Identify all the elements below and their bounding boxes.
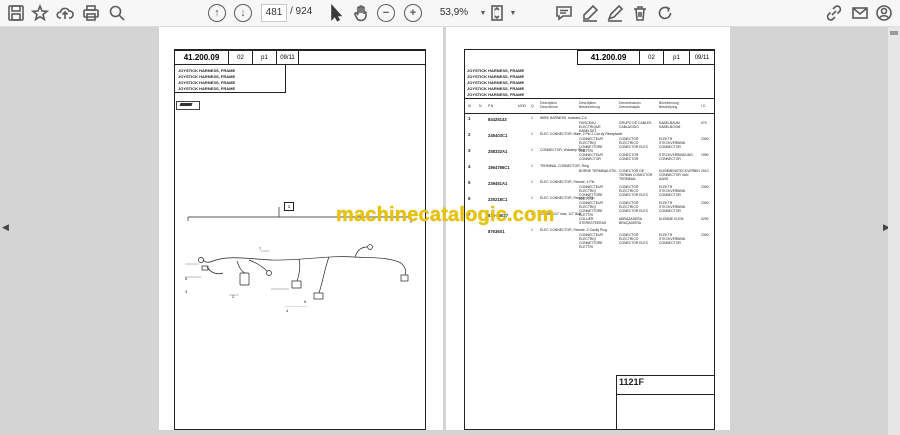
left-page: 41.200.09 02 p1 09/11 JOYSTICK HARNESS, … [159, 27, 443, 430]
page-fit-chevron-icon[interactable]: ▼ [508, 3, 518, 23]
col-desc-1: Description Descrizione [540, 101, 558, 110]
title-line: JOYSTICK HARNESS, FRAME [178, 80, 236, 85]
bookmark-star-icon[interactable] [30, 3, 50, 23]
brand-logo-icon [176, 101, 200, 110]
page-count: / 924 [290, 6, 313, 17]
pdf-toolbar: ↑ ↓ 481 / 924 − + 53,9% ▼ ▼ [0, 0, 900, 27]
callout-7: 7 [259, 246, 262, 251]
arrow-up-icon: ↑ [208, 4, 226, 22]
callout-1: 1 [284, 202, 294, 211]
hand-pan-tool[interactable] [350, 3, 372, 23]
email-icon[interactable] [850, 3, 870, 23]
share-link-icon[interactable] [824, 3, 844, 23]
left-page-header: 41.200.09 02 p1 09/11 [174, 50, 426, 65]
minus-icon: − [377, 4, 395, 22]
highlight-pen-icon[interactable] [580, 3, 600, 23]
callout-6: 6 [304, 299, 307, 304]
left-title-block: JOYSTICK HARNESS, FRAME JOYSTICK HARNESS… [174, 65, 286, 93]
right-page-header: 41.200.09 02 p1 09/11 [577, 50, 715, 65]
page-fit-icon[interactable] [486, 3, 508, 23]
title-line: JOYSTICK HARNESS, FRAME [178, 68, 236, 73]
save-icon[interactable] [6, 3, 26, 23]
plus-icon: + [404, 4, 422, 22]
scrollbar-thumb[interactable] [890, 31, 898, 35]
date: 09/11 [694, 54, 710, 61]
watermark: machinecatalogic.com [336, 204, 555, 226]
col-ill: Ill. [468, 104, 472, 108]
draw-sign-icon[interactable] [605, 3, 625, 23]
account-icon[interactable] [874, 3, 894, 23]
parts-table-body: 1 84425143 1 WIRE HARNESS, Includes 2-6 … [468, 116, 709, 249]
upload-cloud-icon[interactable] [55, 3, 75, 23]
col-ic: I.C. [701, 104, 707, 108]
rotate-refresh-icon[interactable] [655, 3, 675, 23]
zoom-level[interactable]: 53,9% [430, 4, 478, 22]
print-icon[interactable] [81, 3, 101, 23]
figure-code: 1121F [619, 377, 645, 387]
col-desc-2: Description Beschreibung [579, 101, 600, 110]
zoom-in-button[interactable]: + [402, 3, 424, 23]
rev: 02 [640, 51, 664, 64]
callout-3: 3 [185, 289, 188, 294]
previous-page-button[interactable]: ↑ [206, 3, 228, 23]
callout-4: 4 [286, 308, 289, 313]
zoom-out-button[interactable]: − [375, 3, 397, 23]
vertical-scrollbar[interactable] [888, 27, 900, 435]
arrow-down-icon: ↓ [234, 4, 252, 22]
select-cursor-tool[interactable] [326, 3, 346, 23]
parts-table-header: Ill. N P.N. MOD Q Description Descrizion… [464, 100, 715, 114]
header-blank [299, 51, 425, 64]
title-line: JOYSTICK HARNESS, FRAME [178, 86, 236, 91]
rev: 02 [229, 51, 253, 64]
page-label: p1 [664, 51, 690, 64]
right-page: 41.200.09 02 p1 09/11 JOYSTICK HARNESS, … [446, 27, 730, 430]
page-label: p1 [253, 51, 277, 64]
col-pn: P.N. [488, 104, 495, 108]
col-desc-3: Denominación Denominação [619, 101, 641, 110]
col-q: Q [531, 104, 534, 108]
title-line: JOYSTICK HARNESS, FRAME [467, 86, 525, 91]
delete-trash-icon[interactable] [630, 3, 650, 23]
zoom-search-icon[interactable] [107, 3, 127, 23]
footer-divider [616, 375, 617, 430]
title-line: JOYSTICK HARNESS, FRAME [178, 74, 236, 79]
callout-5: 5 [185, 276, 188, 281]
callout-2: 2 [232, 294, 235, 299]
title-line: JOYSTICK HARNESS, FRAME [467, 74, 525, 79]
doc-number: 41.200.09 [175, 51, 229, 64]
doc-number: 41.200.09 [578, 51, 640, 64]
col-n: N [479, 104, 482, 108]
next-page-button[interactable]: ↓ [232, 3, 254, 23]
date: 09/11 [277, 51, 299, 64]
right-title-block: JOYSTICK HARNESS, FRAME JOYSTICK HARNESS… [464, 65, 715, 99]
left-panel-toggle-icon[interactable]: ◀ [2, 222, 9, 233]
title-line: JOYSTICK HARNESS, FRAME [467, 68, 525, 73]
comment-icon[interactable] [554, 3, 574, 23]
title-line: JOYSTICK HARNESS, FRAME [467, 80, 525, 85]
title-line: JOYSTICK HARNESS, FRAME [467, 92, 525, 97]
page-number-input[interactable]: 481 [261, 4, 287, 22]
col-mod: MOD [518, 104, 526, 108]
col-desc-4: Bezeichnung Beschrijving [659, 101, 679, 110]
